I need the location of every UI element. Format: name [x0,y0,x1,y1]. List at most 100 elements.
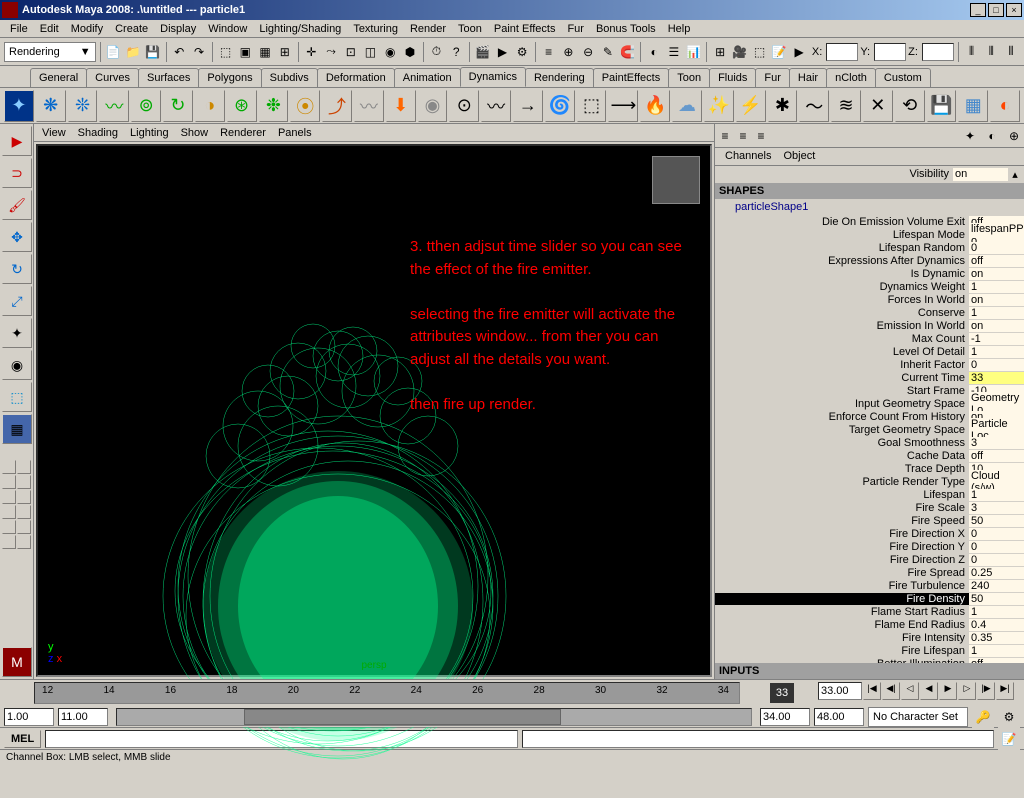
four-pane-button[interactable] [17,460,31,474]
tab-animation[interactable]: Animation [394,68,461,87]
menu-window[interactable]: Window [202,21,253,37]
attribute-label[interactable]: Die On Emission Volume Exit [715,216,969,228]
attribute-value[interactable]: 0 [969,554,1024,566]
show-manip-tool[interactable]: ⬚ [2,382,32,412]
menu-render[interactable]: Render [404,21,452,37]
range-inner-start-input[interactable] [58,708,108,726]
undo-button[interactable]: ↶ [170,41,188,63]
input-field-button[interactable]: ≡ [540,41,558,63]
range-start-input[interactable] [4,708,54,726]
save-scene-button[interactable]: 💾 [144,41,162,63]
viewport-menu-panels[interactable]: Panels [278,127,312,139]
tab-rendering[interactable]: Rendering [525,68,594,87]
attribute-label[interactable]: Input Geometry Space [715,398,969,410]
menu-create[interactable]: Create [109,21,154,37]
turbulence-field-icon[interactable]: 〰 [481,90,511,122]
attribute-label[interactable]: Current Time [715,372,969,384]
uniform-field-icon[interactable]: → [513,90,543,122]
tab-deformation[interactable]: Deformation [317,68,395,87]
sidebar-toggle-button[interactable]: ⫴ [963,41,981,63]
soft-mod-tool[interactable]: ◉ [2,350,32,380]
attribute-value[interactable]: 1 [969,281,1024,293]
step-back-button[interactable]: ◁ [901,682,919,700]
tab-object[interactable]: Object [777,148,821,165]
tool-settings-button[interactable]: ⫴ [1002,41,1020,63]
new-scene-button[interactable]: 📄 [104,41,122,63]
open-scene-button[interactable]: 📁 [124,41,142,63]
help-line-button[interactable]: ? [447,41,465,63]
attribute-label[interactable]: Start Frame [715,385,969,397]
attribute-label[interactable]: Goal Smoothness [715,437,969,449]
menu-painteffects[interactable]: Paint Effects [488,21,562,37]
volume-axis-icon[interactable]: ⬚ [577,90,607,122]
snap-plane-button[interactable]: ◫ [362,41,380,63]
delete-all-icon[interactable]: ✕ [863,90,893,122]
particle-tool-icon[interactable]: ✦ [4,90,34,122]
outliner-layout-button[interactable] [2,520,16,534]
attr-editor-button[interactable]: ⫴ [982,41,1000,63]
soft-body-icon[interactable]: ⊛ [227,90,257,122]
x-input[interactable] [826,43,858,61]
menu-file[interactable]: File [4,21,34,37]
universal-manip-tool[interactable]: ✦ [2,318,32,348]
absolute-button[interactable]: ⊕ [560,41,578,63]
cache-icon[interactable]: 💾 [927,90,957,122]
attribute-label[interactable]: Flame Start Radius [715,606,969,618]
playblast-button[interactable]: ▶ [790,41,808,63]
range-slider[interactable] [116,708,752,726]
quick-render-button[interactable]: 🎬 [474,41,492,63]
tab-subdivs[interactable]: Subdivs [261,68,318,87]
three-top-button[interactable] [2,490,16,504]
viewport[interactable]: 3. tthen adjsut time slider so you can s… [36,144,712,677]
menu-texturing[interactable]: Texturing [347,21,404,37]
emit-from-object-icon[interactable]: ❊ [68,90,98,122]
range-inner-end-input[interactable] [760,708,810,726]
attribute-value[interactable]: 33 [969,372,1024,384]
view-cube[interactable] [652,156,700,204]
attribute-value[interactable]: 1 [969,645,1024,657]
attribute-value[interactable]: 50 [969,515,1024,527]
attribute-value[interactable]: off [969,255,1024,267]
attribute-value[interactable]: 0 [969,242,1024,254]
radial-field-icon[interactable]: ⊙ [449,90,479,122]
attribute-label[interactable]: Expressions After Dynamics [715,255,969,267]
attribute-label[interactable]: Fire Direction Y [715,541,969,553]
step-forward-key-button[interactable]: |▶ [977,682,995,700]
ipr-render-button[interactable]: ▶ [494,41,512,63]
snap-grid-button[interactable]: ✛ [302,41,320,63]
graph-editor-button[interactable]: 📊 [685,41,703,63]
persp-graph-button[interactable] [17,520,31,534]
attribute-label[interactable]: Forces In World [715,294,969,306]
menu-modify[interactable]: Modify [65,21,109,37]
attribute-label[interactable]: Fire Scale [715,502,969,514]
pond-icon[interactable]: ◐ [990,90,1020,122]
goal-icon[interactable]: ⊚ [131,90,161,122]
attribute-label[interactable]: Lifespan Mode [715,229,969,241]
rename-button[interactable]: ✎ [599,41,617,63]
script-editor-shortcut-button[interactable]: 📝 [998,728,1020,750]
step-back-key-button[interactable]: ◀| [882,682,900,700]
redo-button[interactable]: ↷ [190,41,208,63]
character-set-dropdown[interactable]: No Character Set [868,707,968,727]
tab-surfaces[interactable]: Surfaces [138,68,199,87]
hyperbolic-icon[interactable]: ⊕ [1006,128,1022,144]
attribute-label[interactable]: Target Geometry Space [715,424,969,436]
attribute-value[interactable]: 1 [969,606,1024,618]
attribute-value[interactable]: 240 [969,580,1024,592]
tab-custom[interactable]: Custom [875,68,931,87]
lasso-tool[interactable]: ⊃ [2,158,32,188]
shape-name[interactable]: particleShape1 [715,199,1024,215]
attribute-label[interactable]: Fire Lifespan [715,645,969,657]
select-object-button[interactable]: ▣ [236,41,254,63]
goto-end-button[interactable]: ▶| [996,682,1014,700]
attribute-label[interactable]: Fire Direction X [715,528,969,540]
three-bottom-button[interactable] [2,505,16,519]
tab-hair[interactable]: Hair [789,68,827,87]
viewport-menu-renderer[interactable]: Renderer [220,127,266,139]
attribute-label[interactable]: Lifespan Random [715,242,969,254]
attribute-label[interactable]: Is Dynamic [715,268,969,280]
newton-field-icon[interactable]: ◉ [418,90,448,122]
attribute-value[interactable]: 0 [969,528,1024,540]
paint-select-tool[interactable]: 🖌 [2,190,32,220]
attribute-label[interactable]: Inherit Factor [715,359,969,371]
